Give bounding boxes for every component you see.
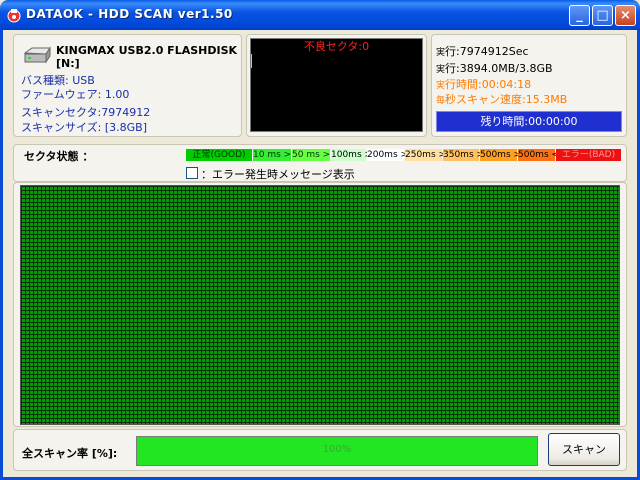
- legend-item: 500ms <: [518, 149, 560, 161]
- maximize-button[interactable]: □: [592, 5, 613, 26]
- window-title: DATAOK - HDD SCAN ver1.50: [26, 7, 233, 21]
- sector-status-label: セクタ状態 ：: [24, 150, 94, 163]
- scan-size: スキャンサイズ: [3.8GB]: [21, 121, 148, 134]
- scan-sector: スキャンセクタ:7974912: [21, 106, 151, 119]
- close-button[interactable]: ×: [615, 5, 636, 26]
- legend-item: 正常(GOOD): [186, 149, 252, 161]
- text-cursor: [251, 54, 252, 68]
- firmware: ファームウェア: 1.00: [21, 88, 130, 101]
- scan-rate-label: 全スキャン率 [%]:: [22, 447, 118, 460]
- legend-item: 250ms >: [405, 149, 447, 161]
- scan-button[interactable]: スキャン: [548, 433, 620, 466]
- legend-item: 200ms >: [367, 149, 409, 161]
- app-icon: [6, 7, 22, 23]
- legend-item: 500ms >: [480, 149, 522, 161]
- exec-size: 実行:3894.0MB/3.8GB: [436, 62, 553, 75]
- legend-item: 50 ms >: [292, 149, 331, 161]
- bad-sector-count: 不良セクタ:0: [303, 40, 370, 53]
- sector-map: [20, 185, 620, 425]
- legend-item: 350ms >: [443, 149, 485, 161]
- error-message-checkbox-label: ：エラー発生時メッセージ表示: [201, 168, 355, 181]
- device-name: KINGMAX USB2.0 FLASHDISK [N:]: [56, 44, 238, 70]
- exec-sector: 実行:7974912Sec: [436, 45, 529, 58]
- legend-item: 100ms >: [331, 149, 373, 161]
- drive-icon: [22, 45, 52, 67]
- remaining-time: 残り時間:00:00:00: [436, 111, 622, 132]
- error-message-checkbox[interactable]: [186, 167, 198, 179]
- scan-progress-text: 100%: [322, 444, 352, 455]
- scan-speed: 毎秒スキャン速度:15.3MB: [436, 93, 568, 106]
- legend-item: エラー(BAD): [556, 149, 621, 161]
- legend-item: 10 ms >: [253, 149, 292, 161]
- minimize-button[interactable]: _: [569, 5, 590, 26]
- exec-time: 実行時間:00:04:18: [436, 78, 532, 91]
